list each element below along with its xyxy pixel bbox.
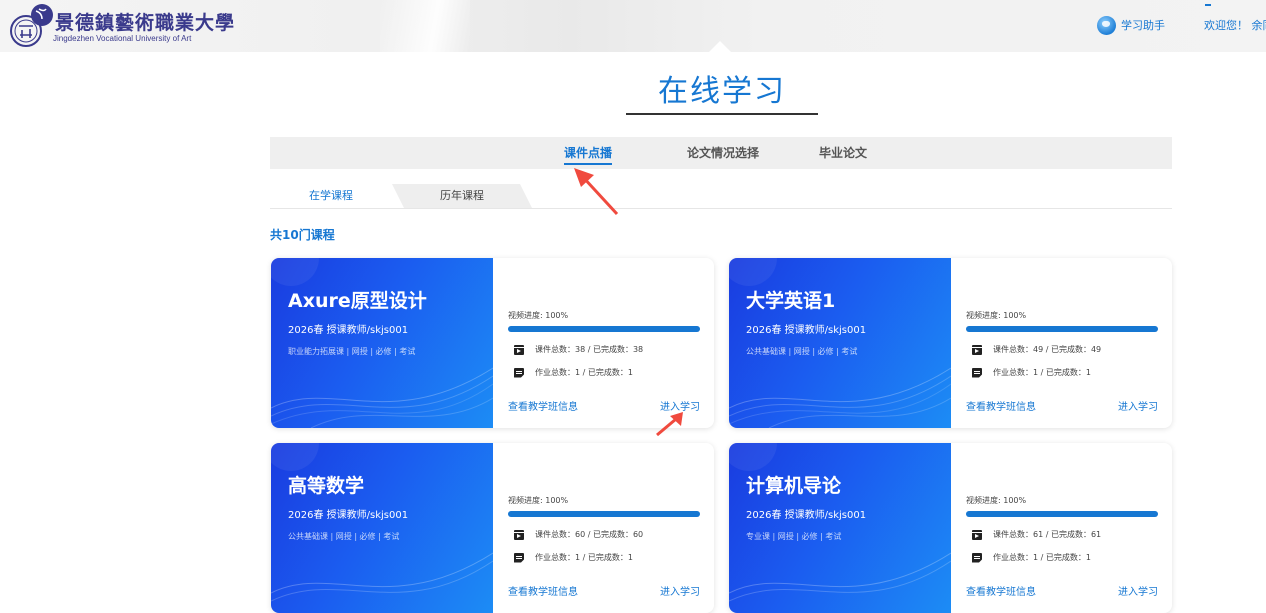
enter-study-link[interactable]: 进入学习 [1118, 398, 1158, 413]
university-logo[interactable]: 景德鎮藝術職業大學 Jingdezhen Vocational Universi… [6, 2, 234, 48]
course-count: 共10门课程 [270, 228, 335, 242]
tab-current-courses[interactable]: 在学课程 [270, 184, 392, 208]
course-banner: 计算机导论 2026春 授课教师/skjs001 专业课 | 网授 | 必修 |… [729, 443, 951, 613]
homework-icon [972, 367, 982, 378]
homework-stats-text: 作业总数：1 / 已完成数：1 [993, 553, 1091, 562]
video-progress-bar [966, 326, 1158, 332]
university-emblem-icon [10, 4, 53, 47]
course-name: 计算机导论 [746, 475, 842, 497]
lesson-stats-text: 课件总数：61 / 已完成数：61 [993, 530, 1102, 539]
homework-stats: 作业总数：1 / 已完成数：1 [972, 552, 1091, 563]
annotation-arrow-icon [574, 168, 619, 216]
course-tags: 公共基础课 | 网授 | 必修 | 考试 [746, 347, 858, 356]
homework-stats: 作业总数：1 / 已完成数：1 [514, 367, 633, 378]
lesson-stats: 课件总数：38 / 已完成数：38 [514, 344, 643, 355]
lesson-stats: 课件总数：60 / 已完成数：60 [514, 529, 643, 540]
course-term: 2026春 授课教师/skjs001 [746, 325, 867, 336]
view-class-info-link[interactable]: 查看教学班信息 [508, 398, 578, 413]
main-tab-bar: 课件点播 论文情况选择 毕业论文 [270, 137, 1172, 169]
course-card: Axure原型设计 2026春 授课教师/skjs001 职业能力拓展课 | 网… [271, 258, 714, 428]
video-progress-bar [508, 326, 700, 332]
video-progress-label: 视频进度: 100% [508, 311, 569, 320]
course-info: 视频进度: 100% 课件总数：61 / 已完成数：61 作业总数：1 / 已完… [966, 443, 1158, 613]
course-tags: 职业能力拓展课 | 网授 | 必修 | 考试 [288, 347, 416, 356]
lesson-stats-text: 课件总数：60 / 已完成数：60 [535, 530, 644, 539]
assistant-icon [1097, 15, 1116, 35]
homework-icon [972, 552, 982, 563]
course-card: 计算机导论 2026春 授课教师/skjs001 专业课 | 网授 | 必修 |… [729, 443, 1172, 613]
enter-study-link[interactable]: 进入学习 [660, 583, 700, 598]
course-banner: 高等数学 2026春 授课教师/skjs001 公共基础课 | 网授 | 必修 … [271, 443, 493, 613]
header-decoration [380, 0, 470, 52]
university-name-cn: 景德鎮藝術職業大學 [55, 12, 236, 34]
video-progress-label: 视频进度: 100% [966, 311, 1027, 320]
top-header: 景德鎮藝術職業大學 Jingdezhen Vocational Universi… [0, 0, 1266, 52]
course-info: 视频进度: 100% 课件总数：49 / 已完成数：49 作业总数：1 / 已完… [966, 258, 1158, 428]
course-info: 视频进度: 100% 课件总数：60 / 已完成数：60 作业总数：1 / 已完… [508, 443, 700, 613]
view-class-info-link[interactable]: 查看教学班信息 [966, 398, 1036, 413]
course-term: 2026春 授课教师/skjs001 [288, 510, 409, 521]
video-progress-fill [966, 326, 1158, 332]
banner-wave-pattern [729, 258, 951, 428]
university-name-en: Jingdezhen Vocational University of Art [53, 34, 192, 43]
homework-stats: 作业总数：1 / 已完成数：1 [972, 367, 1091, 378]
course-term: 2026春 授课教师/skjs001 [288, 325, 409, 336]
video-progress-label: 视频进度: 100% [508, 496, 569, 505]
study-assistant-label: 学习助手 [1121, 19, 1165, 32]
video-icon [972, 344, 982, 355]
course-name: 高等数学 [288, 475, 365, 497]
video-progress-fill [508, 326, 700, 332]
lesson-stats-text: 课件总数：49 / 已完成数：49 [993, 345, 1102, 354]
video-progress-fill [508, 511, 700, 517]
tab-past-courses[interactable]: 历年课程 [392, 184, 532, 208]
study-assistant-button[interactable]: 学习助手 [1097, 15, 1165, 35]
page-title: 在线学习 [658, 74, 786, 109]
video-progress-bar [508, 511, 700, 517]
view-class-info-link[interactable]: 查看教学班信息 [966, 583, 1036, 598]
course-tags: 专业课 | 网授 | 必修 | 考试 [746, 532, 842, 541]
video-progress-bar [966, 511, 1158, 517]
title-underline [626, 113, 818, 115]
lesson-stats: 课件总数：61 / 已完成数：61 [972, 529, 1101, 540]
view-class-info-link[interactable]: 查看教学班信息 [508, 583, 578, 598]
header-notch [709, 41, 731, 52]
course-card: 大学英语1 2026春 授课教师/skjs001 公共基础课 | 网授 | 必修… [729, 258, 1172, 428]
course-name: 大学英语1 [746, 290, 836, 312]
annotation-arrow-icon [656, 412, 683, 437]
video-progress-fill [966, 511, 1158, 517]
course-card: 高等数学 2026春 授课教师/skjs001 公共基础课 | 网授 | 必修 … [271, 443, 714, 613]
tab-graduation-thesis[interactable]: 毕业论文 [819, 137, 867, 169]
lesson-stats-text: 课件总数：38 / 已完成数：38 [535, 345, 644, 354]
course-term: 2026春 授课教师/skjs001 [746, 510, 867, 521]
video-progress-label: 视频进度: 100% [966, 496, 1027, 505]
welcome-user[interactable]: 欢迎您！ 余同 [1204, 17, 1266, 33]
lesson-stats: 课件总数：49 / 已完成数：49 [972, 344, 1101, 355]
video-icon [514, 344, 524, 355]
homework-stats: 作业总数：1 / 已完成数：1 [514, 552, 633, 563]
course-sub-tab-bar: 在学课程 历年课程 [270, 184, 1172, 209]
banner-wave-pattern [271, 443, 493, 602]
banner-wave-pattern [729, 443, 951, 602]
video-icon [514, 529, 524, 540]
homework-stats-text: 作业总数：1 / 已完成数：1 [535, 368, 633, 377]
course-banner: Axure原型设计 2026春 授课教师/skjs001 职业能力拓展课 | 网… [271, 258, 493, 428]
homework-icon [514, 552, 524, 563]
course-tags: 公共基础课 | 网授 | 必修 | 考试 [288, 532, 400, 541]
course-banner: 大学英语1 2026春 授课教师/skjs001 公共基础课 | 网授 | 必修… [729, 258, 951, 428]
banner-wave-pattern [271, 258, 493, 428]
course-name: Axure原型设计 [288, 290, 427, 312]
enter-study-link[interactable]: 进入学习 [1118, 583, 1158, 598]
course-info: 视频进度: 100% 课件总数：38 / 已完成数：38 作业总数：1 / 已完… [508, 258, 700, 428]
tab-courseware[interactable]: 课件点播 [564, 137, 613, 169]
tab-thesis-selection[interactable]: 论文情况选择 [687, 137, 759, 169]
video-icon [972, 529, 982, 540]
homework-icon [514, 367, 524, 378]
user-menu-indicator [1205, 4, 1211, 6]
homework-stats-text: 作业总数：1 / 已完成数：1 [535, 553, 633, 562]
homework-stats-text: 作业总数：1 / 已完成数：1 [993, 368, 1091, 377]
